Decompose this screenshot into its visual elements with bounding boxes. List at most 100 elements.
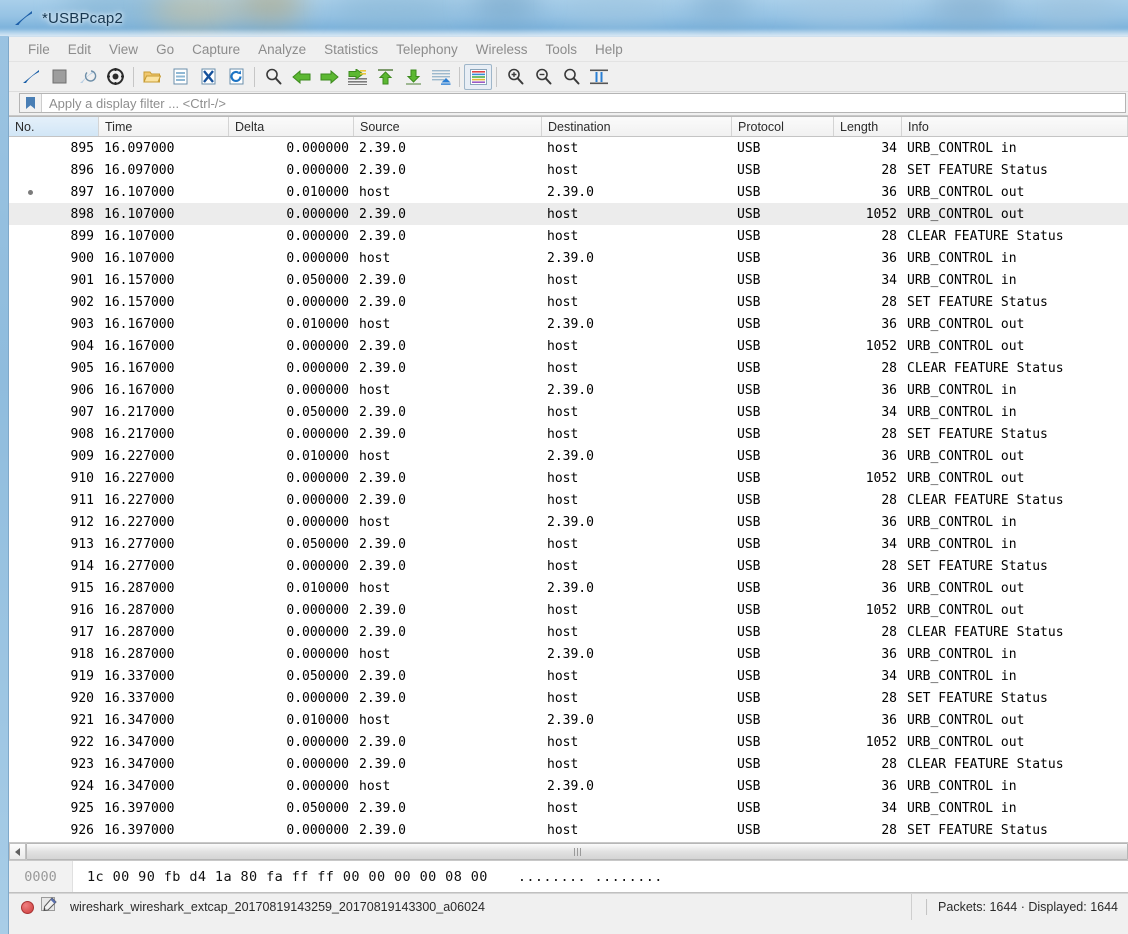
packet-row[interactable]: 92616.3970000.0000002.39.0hostUSB28SET F… (9, 819, 1128, 841)
arrow-left-icon[interactable] (9, 843, 26, 860)
menu-tools[interactable]: Tools (536, 39, 586, 60)
packet-row[interactable]: 90516.1670000.0000002.39.0hostUSB28CLEAR… (9, 357, 1128, 379)
packet-row[interactable]: 92516.3970000.0500002.39.0hostUSB34URB_C… (9, 797, 1128, 819)
packet-bytes-pane[interactable]: 0000 1c 00 90 fb d4 1a 80 fa ff ff 00 00… (9, 861, 1128, 893)
column-header-info[interactable]: Info (902, 117, 1128, 136)
cell-time: 16.157000 (99, 273, 229, 288)
packet-row[interactable]: 91816.2870000.000000host2.39.0USB36URB_C… (9, 643, 1128, 665)
colorize-packets-icon[interactable] (464, 64, 492, 90)
menu-wireless[interactable]: Wireless (467, 39, 537, 60)
packet-row[interactable]: 90916.2270000.010000host2.39.0USB36URB_C… (9, 445, 1128, 467)
menu-go[interactable]: Go (147, 39, 183, 60)
open-file-icon[interactable] (138, 64, 166, 90)
column-header-delta[interactable]: Delta (229, 117, 354, 136)
cell-no: 916 (9, 603, 99, 618)
packet-row[interactable]: 89816.1070000.0000002.39.0hostUSB1052URB… (9, 203, 1128, 225)
cell-time: 16.227000 (99, 471, 229, 486)
cell-time: 16.217000 (99, 405, 229, 420)
reload-file-icon[interactable] (222, 64, 250, 90)
hex-ascii[interactable]: ........ ........ (488, 869, 663, 885)
packet-list-header: No.TimeDeltaSourceDestinationProtocolLen… (9, 117, 1128, 137)
normal-size-icon[interactable] (557, 64, 585, 90)
close-file-icon[interactable] (194, 64, 222, 90)
bookmark-icon[interactable] (20, 94, 42, 112)
expert-info-error-icon[interactable] (21, 901, 34, 914)
cell-no: 919 (9, 669, 99, 684)
find-packet-icon[interactable] (259, 64, 287, 90)
packet-row[interactable]: 90116.1570000.0500002.39.0hostUSB34URB_C… (9, 269, 1128, 291)
go-forward-icon[interactable] (315, 64, 343, 90)
cell-protocol: USB (732, 163, 834, 178)
menu-analyze[interactable]: Analyze (249, 39, 315, 60)
packet-row[interactable]: 91616.2870000.0000002.39.0hostUSB1052URB… (9, 599, 1128, 621)
cell-no: 901 (9, 273, 99, 288)
capture-comment-icon[interactable] (41, 897, 57, 917)
column-header-time[interactable]: Time (99, 117, 229, 136)
packet-row[interactable]: 90316.1670000.010000host2.39.0USB36URB_C… (9, 313, 1128, 335)
column-header-no[interactable]: No. (9, 117, 99, 136)
packet-row[interactable]: 91516.2870000.010000host2.39.0USB36URB_C… (9, 577, 1128, 599)
cell-length: 34 (834, 669, 902, 684)
packet-row[interactable]: 92316.3470000.0000002.39.0hostUSB28CLEAR… (9, 753, 1128, 775)
packet-row[interactable]: 90616.1670000.000000host2.39.0USB36URB_C… (9, 379, 1128, 401)
packet-row[interactable]: 90216.1570000.0000002.39.0hostUSB28SET F… (9, 291, 1128, 313)
column-header-length[interactable]: Length (834, 117, 902, 136)
packet-row[interactable]: 90416.1670000.0000002.39.0hostUSB1052URB… (9, 335, 1128, 357)
column-header-destination[interactable]: Destination (542, 117, 732, 136)
cell-delta: 0.000000 (229, 361, 354, 376)
packet-row[interactable]: 91916.3370000.0500002.39.0hostUSB34URB_C… (9, 665, 1128, 687)
zoom-out-icon[interactable] (529, 64, 557, 90)
column-header-protocol[interactable]: Protocol (732, 117, 834, 136)
packet-row[interactable]: 90716.2170000.0500002.39.0hostUSB34URB_C… (9, 401, 1128, 423)
packet-row[interactable]: 89716.1070000.010000host2.39.0USB36URB_C… (9, 181, 1128, 203)
cell-no: 903 (9, 317, 99, 332)
packet-row[interactable]: 91316.2770000.0500002.39.0hostUSB34URB_C… (9, 533, 1128, 555)
hscrollbar-track[interactable] (26, 843, 1128, 860)
menu-telephony[interactable]: Telephony (387, 39, 467, 60)
go-to-packet-icon[interactable] (343, 64, 371, 90)
hscrollbar-thumb[interactable] (26, 843, 1128, 860)
restart-capture-icon[interactable] (73, 64, 101, 90)
go-to-first-packet-icon[interactable] (371, 64, 399, 90)
packet-row[interactable]: 90016.1070000.000000host2.39.0USB36URB_C… (9, 247, 1128, 269)
title-bar[interactable]: *USBPcap2 (0, 0, 1128, 36)
resize-columns-icon[interactable] (585, 64, 613, 90)
packet-row[interactable]: 91716.2870000.0000002.39.0hostUSB28CLEAR… (9, 621, 1128, 643)
packet-row[interactable]: 91116.2270000.0000002.39.0hostUSB28CLEAR… (9, 489, 1128, 511)
cell-protocol: USB (732, 405, 834, 420)
menu-view[interactable]: View (100, 39, 147, 60)
stop-capture-icon[interactable] (45, 64, 73, 90)
packet-list-rows[interactable]: 89516.0970000.0000002.39.0hostUSB34URB_C… (9, 137, 1128, 841)
cell-destination: host (542, 207, 732, 222)
menu-help[interactable]: Help (586, 39, 632, 60)
zoom-in-icon[interactable] (501, 64, 529, 90)
go-to-last-packet-icon[interactable] (399, 64, 427, 90)
capture-options-icon[interactable] (101, 64, 129, 90)
packet-row[interactable]: 92116.3470000.010000host2.39.0USB36URB_C… (9, 709, 1128, 731)
packet-row[interactable]: 89616.0970000.0000002.39.0hostUSB28SET F… (9, 159, 1128, 181)
menu-edit[interactable]: Edit (59, 39, 100, 60)
packet-row[interactable]: 89516.0970000.0000002.39.0hostUSB34URB_C… (9, 137, 1128, 159)
save-file-icon[interactable] (166, 64, 194, 90)
start-capture-icon[interactable] (17, 64, 45, 90)
menu-statistics[interactable]: Statistics (315, 39, 387, 60)
packet-row[interactable]: 92216.3470000.0000002.39.0hostUSB1052URB… (9, 731, 1128, 753)
go-back-icon[interactable] (287, 64, 315, 90)
packet-row[interactable]: 92416.3470000.000000host2.39.0USB36URB_C… (9, 775, 1128, 797)
menu-capture[interactable]: Capture (183, 39, 249, 60)
cell-destination: host (542, 823, 732, 838)
packet-row[interactable]: 91216.2270000.000000host2.39.0USB36URB_C… (9, 511, 1128, 533)
packet-row[interactable]: 91016.2270000.0000002.39.0hostUSB1052URB… (9, 467, 1128, 489)
menu-file[interactable]: File (19, 39, 59, 60)
column-header-source[interactable]: Source (354, 117, 542, 136)
hex-bytes[interactable]: 1c 00 90 fb d4 1a 80 fa ff ff 00 00 00 0… (73, 869, 488, 885)
packet-row[interactable]: 89916.1070000.0000002.39.0hostUSB28CLEAR… (9, 225, 1128, 247)
packet-row[interactable]: 91416.2770000.0000002.39.0hostUSB28SET F… (9, 555, 1128, 577)
packet-row[interactable]: 90816.2170000.0000002.39.0hostUSB28SET F… (9, 423, 1128, 445)
display-filter-input[interactable]: Apply a display filter ... <Ctrl-/> (19, 93, 1126, 113)
packet-list-hscrollbar[interactable] (9, 842, 1128, 861)
auto-scroll-icon[interactable] (427, 64, 455, 90)
packet-row[interactable]: 92016.3370000.0000002.39.0hostUSB28SET F… (9, 687, 1128, 709)
packet-list[interactable]: No.TimeDeltaSourceDestinationProtocolLen… (9, 116, 1128, 842)
cell-info: SET FEATURE Status (902, 559, 1128, 574)
